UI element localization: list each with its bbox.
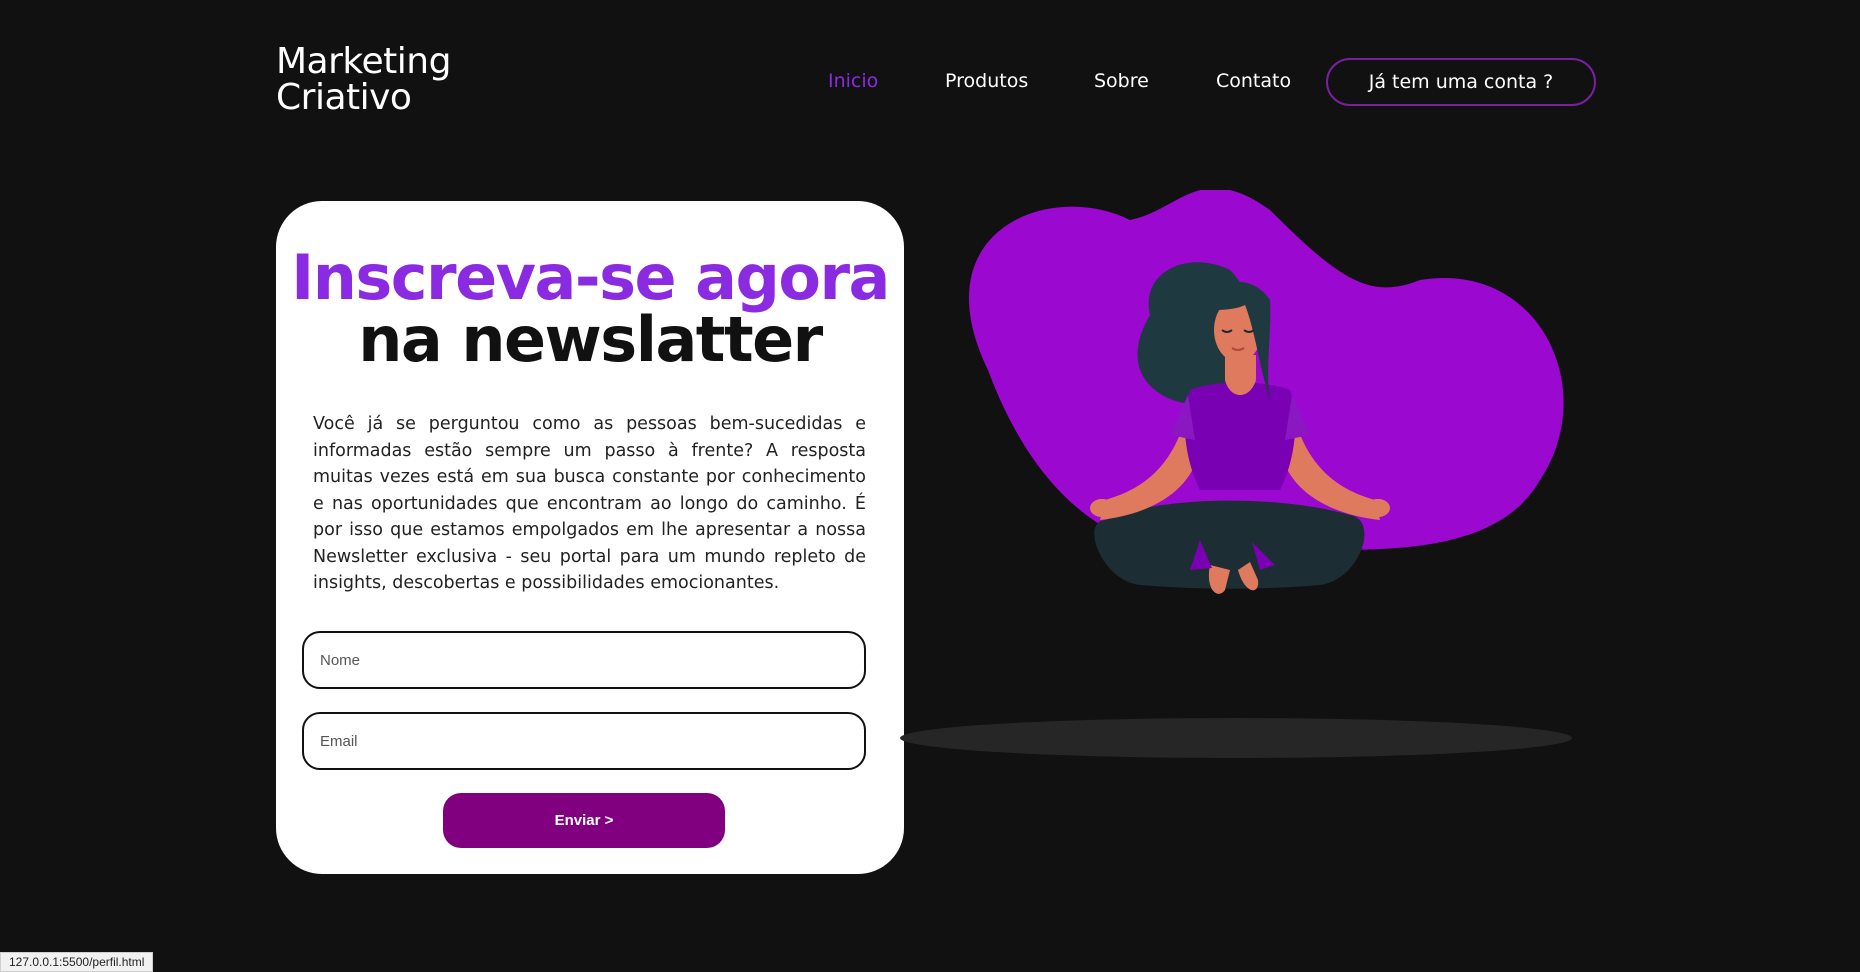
meditating-woman-illustration bbox=[900, 190, 1572, 758]
title-line-2: na newslatter bbox=[358, 303, 823, 376]
status-bar-url: 127.0.0.1:5500/perfil.html bbox=[0, 952, 154, 972]
email-input[interactable] bbox=[302, 712, 866, 770]
right-hand bbox=[1366, 499, 1390, 517]
legs bbox=[1094, 500, 1365, 589]
name-input[interactable] bbox=[302, 631, 866, 689]
left-hand bbox=[1090, 499, 1114, 517]
torso bbox=[1184, 382, 1296, 490]
login-button[interactable]: Já tem uma conta ? bbox=[1326, 58, 1596, 106]
nav-link-contato[interactable]: Contato bbox=[1216, 70, 1291, 92]
title-line-1: Inscreva-se agora bbox=[291, 241, 890, 314]
nav-link-produtos[interactable]: Produtos bbox=[945, 70, 1028, 92]
nav-link-inicio[interactable]: Inicio bbox=[828, 70, 878, 92]
floor-shadow bbox=[900, 718, 1572, 758]
newsletter-card: Inscreva-se agora na newslatter Você já … bbox=[276, 201, 904, 874]
newsletter-title: Inscreva-se agora na newslatter bbox=[276, 247, 904, 371]
nav-link-sobre[interactable]: Sobre bbox=[1094, 70, 1149, 92]
main-nav: Inicio Produtos Sobre Contato Já tem uma… bbox=[0, 58, 1860, 106]
newsletter-description: Você já se perguntou como as pessoas bem… bbox=[313, 414, 866, 593]
submit-button[interactable]: Enviar > bbox=[443, 793, 725, 848]
